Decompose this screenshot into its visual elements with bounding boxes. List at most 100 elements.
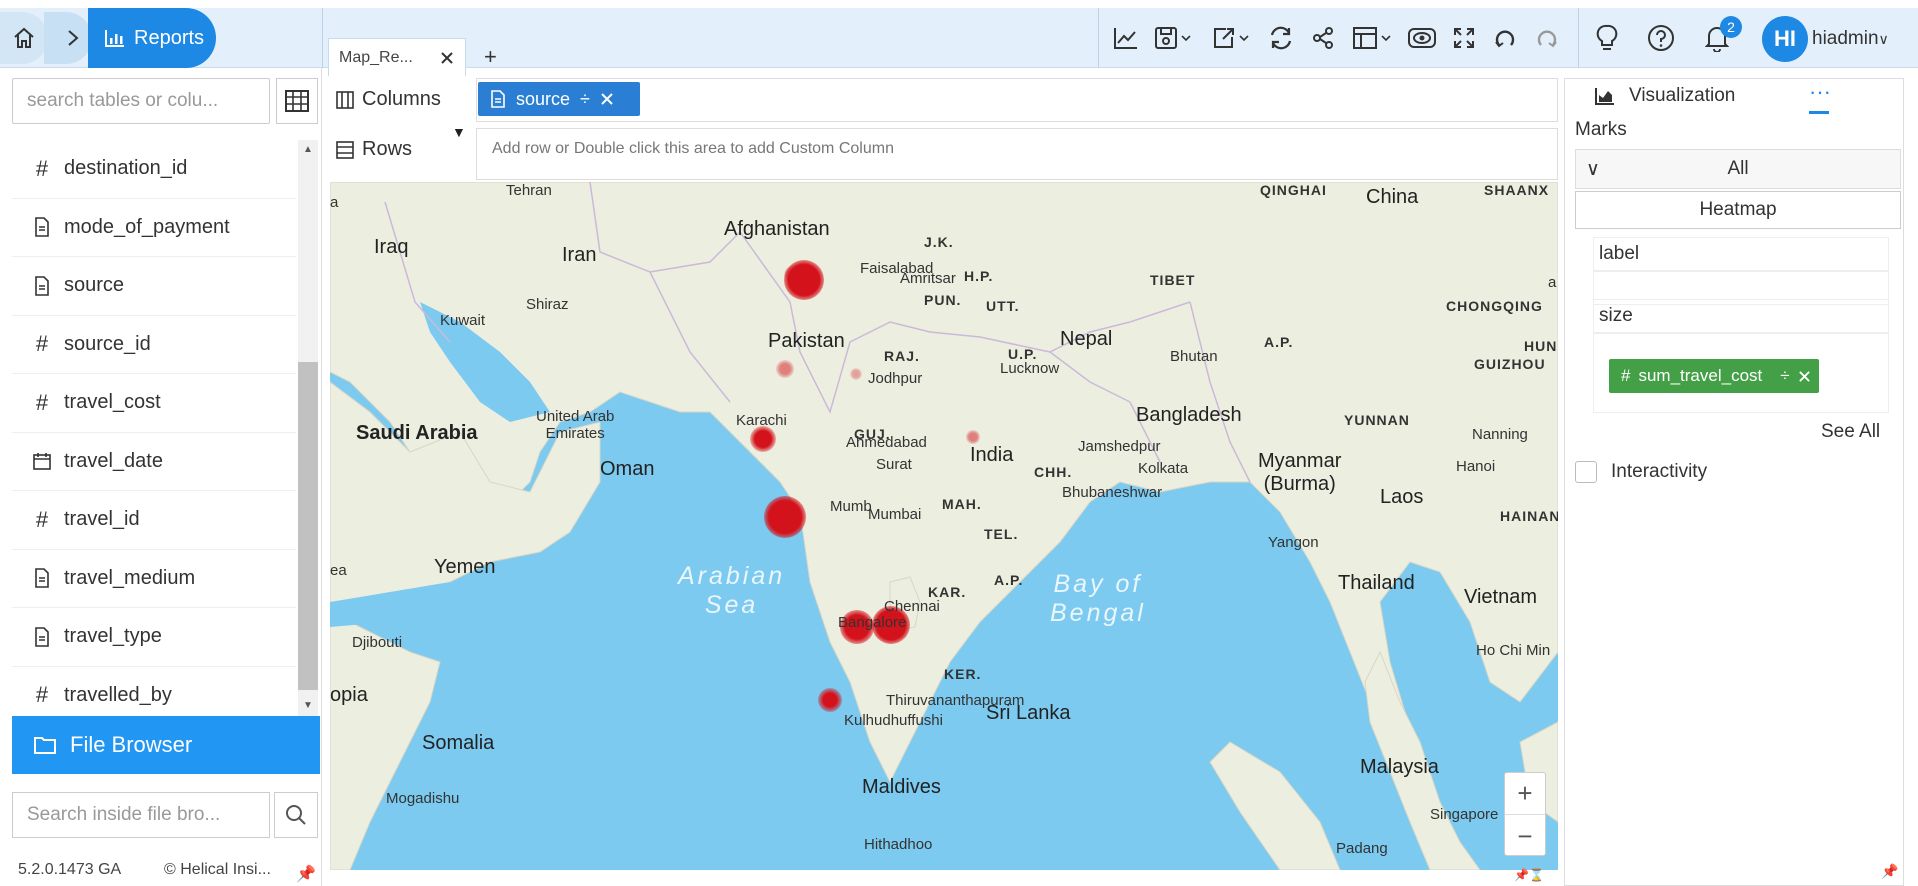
close-icon[interactable] [439, 50, 455, 66]
heat-point-ahmedabad[interactable] [750, 426, 776, 452]
tab-visualization[interactable]: Visualization [1595, 85, 1735, 107]
layout-icon [1353, 27, 1391, 49]
map-label-edge-3: a [1548, 274, 1557, 291]
map-view[interactable]: Iraq Iran Afghanistan Pakistan China Nep… [330, 182, 1558, 870]
interactivity-option[interactable]: Interactivity [1575, 461, 1707, 483]
reports-nav-button[interactable]: Reports [88, 8, 216, 68]
field-item[interactable]: source [12, 257, 296, 316]
field-name: travel_cost [64, 391, 161, 414]
home-button[interactable] [0, 12, 48, 64]
refresh-button[interactable] [1266, 22, 1296, 54]
field-item[interactable]: # travelled_by [12, 667, 296, 706]
fullscreen-button[interactable] [1450, 22, 1478, 54]
map-label-mumbai-left: Mumb [830, 498, 872, 515]
rows-shelf-label: Rows [336, 138, 412, 161]
field-item[interactable]: # travel_id [12, 491, 296, 550]
close-icon[interactable] [1798, 370, 1811, 383]
map-label-bhubaneshwar: Bhubaneshwar [1062, 484, 1163, 501]
field-name: mode_of_payment [64, 215, 230, 238]
number-field-icon: # [35, 155, 49, 181]
file-search-button[interactable] [274, 792, 318, 838]
add-tab-button[interactable]: + [484, 44, 497, 70]
field-item[interactable]: # travel_cost [12, 374, 296, 433]
area-chart-icon [1595, 88, 1614, 105]
field-item[interactable]: # destination_id [12, 140, 296, 199]
map-label-singapore: Singapore [1430, 806, 1499, 823]
undo-button[interactable] [1490, 22, 1520, 54]
avatar[interactable]: HI [1762, 16, 1808, 62]
breadcrumb-expand-button[interactable] [44, 12, 92, 64]
heat-point-jamshedpur[interactable] [966, 430, 980, 444]
zoom-in-button[interactable]: + [1505, 773, 1545, 815]
save-icon [1155, 27, 1191, 49]
heat-point-lucknow[interactable] [850, 368, 862, 380]
interactivity-checkbox[interactable] [1575, 461, 1597, 483]
heat-point-thiruvananthapuram[interactable] [818, 688, 842, 712]
file-browser-label: File Browser [70, 732, 193, 757]
caret-down-icon[interactable]: ▼ [452, 124, 466, 140]
heat-point-mumbai[interactable] [764, 496, 806, 538]
file-search-input[interactable]: Search inside file bro... [12, 792, 270, 838]
close-icon[interactable] [600, 92, 614, 106]
file-browser-button[interactable]: File Browser [12, 716, 320, 774]
field-item[interactable]: travel_type [12, 608, 296, 667]
field-item[interactable]: mode_of_payment [12, 199, 296, 257]
share-button[interactable] [1308, 22, 1338, 54]
table-view-button[interactable] [276, 78, 318, 124]
home-icon [14, 27, 34, 48]
table-icon [285, 90, 309, 112]
map-label-iran: Iran [562, 244, 597, 266]
marks-selector[interactable]: ∨ All [1575, 149, 1901, 189]
see-all-link[interactable]: See All [1821, 421, 1880, 443]
sumatra-land [1209, 741, 1341, 870]
column-pill-source[interactable]: source ÷ [478, 82, 640, 116]
layout-menu-button[interactable] [1350, 22, 1394, 54]
map-label-kuwait: Kuwait [440, 312, 486, 329]
map-label-mogadishu: Mogadishu [386, 790, 460, 807]
field-list-scrollbar[interactable]: ▲ ▼ [298, 140, 318, 716]
divide-icon[interactable]: ÷ [580, 89, 590, 110]
visualization-label: Visualization [1629, 85, 1736, 106]
map-label-raj: RAJ. [884, 348, 920, 364]
preview-button[interactable] [1406, 22, 1438, 54]
tips-button[interactable] [1592, 22, 1622, 54]
heat-point-amritsar[interactable] [784, 266, 800, 282]
zoom-out-button[interactable]: − [1505, 815, 1545, 857]
scroll-up-arrow-icon[interactable]: ▲ [303, 144, 313, 155]
field-item[interactable]: travel_date [12, 433, 296, 491]
map-label-chongqing: CHONGQING [1446, 298, 1543, 314]
chart-tool-button[interactable] [1110, 22, 1142, 54]
pin-icon[interactable]: 📌 [1881, 863, 1898, 880]
tab-more[interactable]: ··· [1809, 79, 1831, 105]
user-menu[interactable]: hiadmin∨ [1812, 28, 1889, 50]
save-menu-button[interactable] [1152, 22, 1196, 54]
redo-button[interactable] [1532, 22, 1562, 54]
size-pill-sum-travel-cost[interactable]: # sum_travel_cost ÷ [1609, 359, 1819, 393]
table-search-input[interactable]: search tables or colu... [12, 78, 270, 124]
divide-icon[interactable]: ÷ [1780, 366, 1789, 386]
tab-map-report[interactable]: Map_Re... [328, 38, 466, 76]
notification-badge: 2 [1720, 16, 1742, 38]
field-item[interactable]: travel_medium [12, 550, 296, 608]
columns-icon [336, 90, 354, 109]
text-field-icon [35, 275, 49, 296]
pin-icon[interactable]: 📌⌛ [1514, 868, 1544, 882]
scroll-thumb[interactable] [298, 362, 318, 690]
text-field-icon [35, 568, 49, 589]
map-label-guizhou: GUIZHOU [1474, 356, 1546, 372]
field-name: travel_id [64, 508, 140, 531]
map-label-oman: Oman [600, 458, 655, 480]
columns-label: Columns [362, 88, 441, 110]
scroll-down-arrow-icon[interactable]: ▼ [303, 700, 313, 711]
text-field-icon [35, 626, 49, 647]
heat-point-jodhpur[interactable] [776, 360, 794, 378]
chart-type-select[interactable]: Heatmap [1575, 191, 1901, 229]
pin-icon[interactable]: 📌 [296, 864, 316, 884]
help-button[interactable] [1646, 22, 1676, 54]
rows-icon [336, 140, 354, 159]
map-label-hainan: HAINAN [1500, 508, 1558, 524]
export-menu-button[interactable] [1210, 22, 1254, 54]
map-label-tibet: TIBET [1150, 272, 1196, 288]
map-label-bangalore: Bangalore [838, 614, 907, 631]
field-item[interactable]: # source_id [12, 316, 296, 374]
